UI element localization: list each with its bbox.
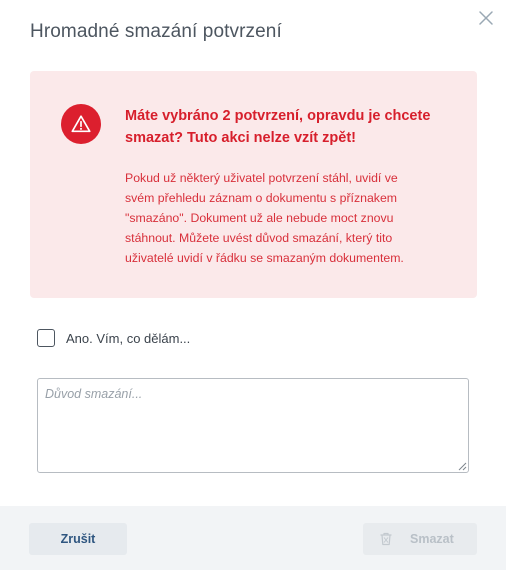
close-button[interactable]	[477, 9, 495, 27]
delete-button-label: Smazat	[410, 532, 454, 546]
confirm-checkbox-row[interactable]: Ano. Vím, co dělám...	[37, 329, 190, 347]
trash-icon	[380, 532, 392, 546]
confirm-checkbox[interactable]	[37, 329, 55, 347]
warning-alert: Máte vybráno 2 potvrzení, opravdu je chc…	[30, 71, 477, 298]
alert-heading: Máte vybráno 2 potvrzení, opravdu je chc…	[125, 108, 431, 146]
confirm-checkbox-label: Ano. Vím, co dělám...	[66, 330, 191, 346]
delete-reason-input[interactable]	[37, 378, 469, 473]
alert-body: Pokud už některý uživatel potvrzení stáh…	[125, 171, 404, 265]
delete-button[interactable]: Smazat	[363, 523, 477, 555]
bulk-delete-dialog: Hromadné smazání potvrzení Máte vybráno …	[0, 0, 506, 570]
cancel-button[interactable]: Zrušit	[29, 523, 127, 555]
warning-triangle-icon	[61, 104, 101, 144]
close-icon	[479, 11, 493, 25]
dialog-footer: Zrušit Smazat	[0, 506, 506, 570]
textarea-resize-handle[interactable]	[457, 461, 467, 471]
dialog-title: Hromadné smazání potvrzení	[30, 21, 282, 42]
